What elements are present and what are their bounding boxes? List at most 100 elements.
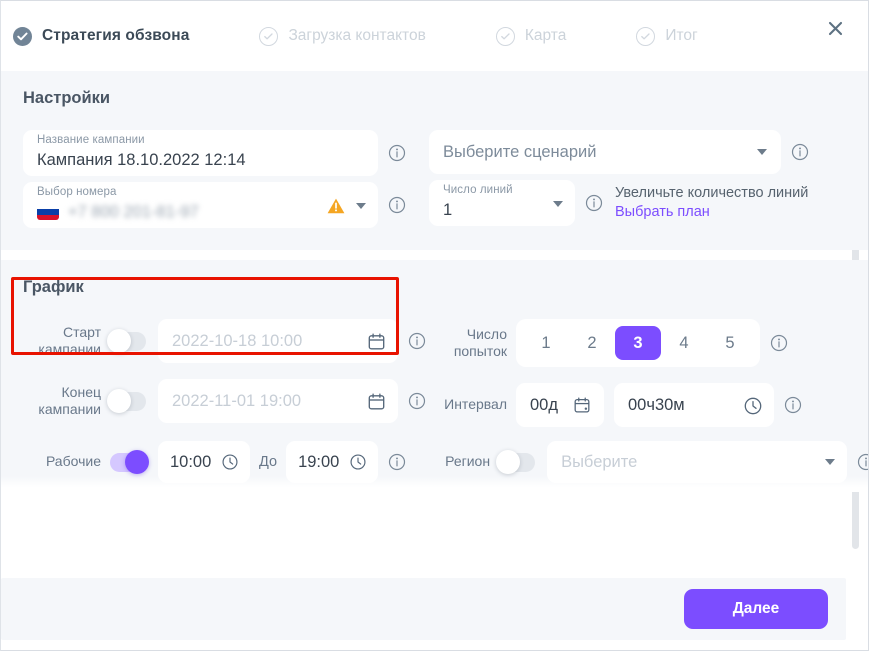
close-icon[interactable] [824,17,846,39]
attempts-option-4[interactable]: 4 [661,326,707,360]
settings-right-column: Выберите сценарий Число линий 1 Увеличьт… [423,130,846,226]
attempts-label-line1: Число [466,325,507,342]
attempts-row: Число попыток 1 2 3 4 5 [429,319,846,367]
lines-count-field[interactable]: Число линий 1 [429,180,575,226]
campaign-start-toggle[interactable] [107,329,146,353]
calendar-icon[interactable] [573,396,592,415]
attempts-option-3[interactable]: 3 [615,326,661,360]
campaign-start-value: 2022-10-18 10:00 [172,331,303,350]
campaign-name-field[interactable]: Название кампании Кампания 18.10.2022 12… [23,130,378,176]
calendar-icon[interactable] [367,392,386,411]
check-circle-outline-icon [259,26,279,46]
modal-body: Настройки Название кампании Кампания 18.… [1,71,868,568]
interval-time-field[interactable]: 00ч30м [614,383,774,427]
region-label: Регион [445,453,491,470]
campaign-end-field[interactable]: 2022-11-01 19:00 [158,379,398,423]
working-hours-label: Рабочие [45,453,101,470]
info-icon[interactable] [388,196,406,214]
info-icon[interactable] [770,334,788,352]
number-select-row: Выбор номера +7 800 201-81-97 [23,182,423,228]
interval-days-value: 00д [530,395,558,414]
campaign-start-field[interactable]: 2022-10-18 10:00 [158,319,398,363]
scenario-select-placeholder: Выберите сценарий [443,142,597,161]
chevron-down-icon[interactable] [757,149,767,155]
campaign-start-row: Старт кампании 2022-10-18 10:00 [23,319,426,363]
attempts-label: Число попыток [429,326,507,361]
interval-label: Интервал [444,396,507,413]
attempts-option-1[interactable]: 1 [523,326,569,360]
working-hours-toggle[interactable] [110,450,149,474]
wizard-step-map[interactable]: Карта [495,26,567,46]
campaign-end-label-line2: кампании [38,401,101,417]
campaign-name-row: Название кампании Кампания 18.10.2022 12… [23,130,423,176]
info-icon[interactable] [388,453,406,471]
lines-count-row: Число линий 1 Увеличьте количество линий… [429,180,846,226]
wizard-step-summary[interactable]: Итог [636,26,698,46]
campaign-end-value: 2022-11-01 19:00 [172,391,302,410]
settings-title: Настройки [23,89,111,107]
clock-icon[interactable] [743,396,762,415]
calendar-icon[interactable] [367,332,386,351]
next-button[interactable]: Далее [684,589,828,629]
modal-footer: Далее [1,568,868,650]
chevron-down-icon[interactable] [553,201,563,207]
chevron-down-icon[interactable] [825,459,836,465]
campaign-name-value: Кампания 18.10.2022 12:14 [37,150,246,169]
campaign-end-label: Конец кампании [23,384,101,419]
scenario-select-field[interactable]: Выберите сценарий [429,130,781,174]
interval-row: Интервал 00д 00ч30м [429,383,846,427]
settings-card: Настройки Название кампании Кампания 18.… [1,71,868,250]
warning-triangle-icon[interactable] [326,196,346,216]
number-select-field[interactable]: Выбор номера +7 800 201-81-97 [23,182,378,228]
wizard-step-label: Загрузка контактов [288,27,426,44]
interval-days-field[interactable]: 00д [516,383,604,427]
campaign-wizard-window: Стратегия обзвона Загрузка контактов Кар… [0,0,869,651]
working-hours-conjunction: До [259,454,278,470]
attempts-option-2[interactable]: 2 [569,326,615,360]
working-hours-to-value: 19:00 [298,452,340,471]
info-icon[interactable] [585,194,603,212]
wizard-step-label: Карта [524,27,567,44]
campaign-end-row: Конец кампании 2022-11-01 19:00 [23,379,426,423]
info-icon[interactable] [784,396,802,414]
number-select-value: +7 800 201-81-97 [68,202,199,221]
check-circle-outline-icon [636,26,656,46]
info-icon[interactable] [791,143,809,161]
wizard-stepper: Стратегия обзвона Загрузка контактов Кар… [13,26,768,46]
choose-plan-link[interactable]: Выбрать план [615,203,808,222]
working-hours-from-field[interactable]: 10:00 [158,441,250,483]
attempts-label-line2: попыток [453,343,507,359]
chevron-down-icon[interactable] [356,203,366,209]
wizard-step-strategy[interactable]: Стратегия обзвона [13,26,190,46]
schedule-card: График Старт кампании 2022-10-18 10:00 К… [1,260,868,492]
attempts-selector: 1 2 3 4 5 [516,319,760,367]
campaign-start-label: Старт кампании [23,324,101,359]
scenario-select-row: Выберите сценарий [429,130,846,174]
campaign-start-label-line1: Старт [62,323,101,340]
clock-icon[interactable] [221,453,240,472]
campaign-end-label-line1: Конец [61,383,101,400]
interval-time-value: 00ч30м [628,395,685,414]
check-circle-outline-icon [495,26,515,46]
attempts-option-5[interactable]: 5 [707,326,753,360]
working-hours-from-value: 10:00 [170,452,212,471]
lines-upsell-text: Увеличьте количество линий [615,185,809,202]
region-select-placeholder: Выберите [561,452,638,471]
info-icon[interactable] [388,144,406,162]
region-select-field[interactable]: Выберите [547,441,848,483]
region-toggle[interactable] [496,450,536,474]
ru-flag-icon [37,204,59,220]
info-icon[interactable] [857,453,868,471]
schedule-right-column: Число попыток 1 2 3 4 5 Интервал 00д 00ч… [423,319,846,443]
wizard-step-label: Стратегия обзвона [42,27,190,44]
wizard-step-label: Итог [665,27,698,44]
campaign-end-toggle[interactable] [107,389,146,413]
modal-header: Стратегия обзвона Загрузка контактов Кар… [1,1,868,71]
working-hours-to-field[interactable]: 19:00 [286,441,379,483]
clock-icon[interactable] [349,453,368,472]
schedule-title: График [23,278,84,296]
lines-count-label: Число линий [443,184,513,196]
schedule-left-column: Старт кампании 2022-10-18 10:00 Конец ка… [23,319,426,439]
wizard-step-contacts[interactable]: Загрузка контактов [259,26,426,46]
working-hours-row: Рабочие 10:00 До 19:00 Регион Выберите [23,441,868,483]
